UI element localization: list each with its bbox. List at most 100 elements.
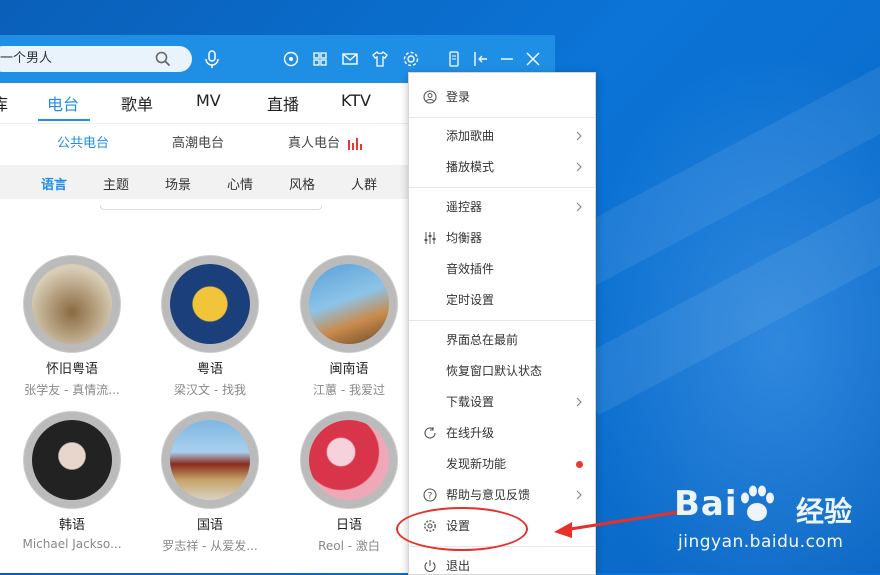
apps-grid-icon[interactable] — [309, 48, 331, 70]
station-title: 国语 — [196, 518, 223, 533]
chevron-right-icon — [576, 397, 582, 407]
menu-item-add-songs[interactable]: 添加歌曲 — [409, 122, 595, 150]
station-subtitle: 江蕙 - 我爱过 — [313, 383, 385, 397]
watermark-jingyan-text: 经验 — [796, 495, 853, 528]
tab-library[interactable]: 库 — [0, 91, 8, 115]
category-scene[interactable]: 场景 — [165, 174, 191, 193]
station-title: 粤语 — [196, 362, 223, 377]
menu-item-login[interactable]: 登录 — [409, 83, 595, 111]
menu-item-label: 播放模式 — [446, 160, 495, 174]
menu-item-label: 下载设置 — [446, 395, 495, 409]
station-title: 闽南语 — [329, 362, 369, 377]
category-language[interactable]: 语言 — [41, 174, 67, 193]
menu-item-always-on-top[interactable]: 界面总在最前 — [409, 326, 595, 354]
menu-item-label: 帮助与意见反馈 — [446, 488, 531, 502]
station-card[interactable]: 日语 Reol - 激白 — [289, 412, 409, 554]
menu-item-new-features[interactable]: 发现新功能 — [409, 450, 595, 478]
menu-item-label: 均衡器 — [446, 231, 483, 245]
tab-ktv[interactable]: KTV — [341, 91, 371, 110]
menu-divider — [409, 117, 595, 118]
station-card[interactable]: 韩语 Michael Jackso... — [12, 412, 132, 551]
settings-dropdown-menu: 登录 添加歌曲 播放模式 遥控器 均衡器 音效插件 定时设置 界面总在最前 恢复… — [408, 72, 596, 575]
menu-item-exit[interactable]: 退出 — [409, 552, 595, 574]
subtab-public-radio[interactable]: 公共电台 — [57, 132, 109, 151]
category-style[interactable]: 风格 — [289, 174, 315, 193]
skin-shirt-icon[interactable] — [369, 48, 391, 70]
station-card[interactable]: 闽南语 江蕙 - 我爱过 — [289, 256, 409, 398]
watermark-url: jingyan.baidu.com — [678, 532, 844, 552]
station-cover — [24, 412, 120, 508]
station-cover — [301, 256, 397, 352]
gear-icon[interactable] — [400, 48, 422, 70]
collapse-icon[interactable] — [470, 48, 492, 70]
station-card[interactable]: 怀旧粤语 张学友 - 真情流... — [12, 256, 132, 398]
menu-divider — [409, 187, 595, 188]
menu-item-label: 遥控器 — [446, 200, 483, 214]
station-card[interactable]: 国语 罗志祥 - 从爱发... — [150, 412, 270, 554]
menu-item-equalizer[interactable]: 均衡器 — [409, 224, 595, 252]
tab-mv[interactable]: MV — [196, 91, 221, 110]
station-title: 日语 — [335, 518, 362, 533]
station-title: 怀旧粤语 — [45, 362, 98, 377]
svg-text:?: ? — [428, 492, 433, 502]
station-subtitle: Michael Jackso... — [22, 537, 122, 551]
chevron-right-icon — [576, 490, 582, 500]
menu-item-play-mode[interactable]: 播放模式 — [409, 153, 595, 181]
chevron-right-icon — [576, 131, 582, 141]
active-tab-indicator — [38, 119, 90, 121]
subtab-live-host-label: 真人电台 — [288, 136, 341, 151]
subtab-climax-radio[interactable]: 高潮电台 — [172, 132, 224, 151]
menu-divider — [409, 320, 595, 321]
station-subtitle: Reol - 激白 — [318, 539, 380, 553]
mini-mode-icon[interactable] — [443, 48, 465, 70]
menu-item-timer[interactable]: 定时设置 — [409, 286, 595, 314]
station-subtitle: 罗志祥 - 从爱发... — [162, 539, 258, 553]
tab-live[interactable]: 直播 — [267, 91, 299, 115]
category-theme[interactable]: 主题 — [103, 174, 129, 193]
watermark-logo-text: Bai — [674, 484, 738, 524]
menu-item-label: 发现新功能 — [446, 457, 507, 471]
close-icon[interactable] — [522, 48, 544, 70]
help-icon: ? — [423, 488, 437, 502]
menu-item-download-settings[interactable]: 下载设置 — [409, 388, 595, 416]
station-cover — [162, 256, 258, 352]
menu-item-sound-plugins[interactable]: 音效插件 — [409, 255, 595, 283]
power-icon — [424, 560, 436, 573]
station-card[interactable]: 粤语 梁汉文 - 找我 — [150, 256, 270, 398]
microphone-icon[interactable] — [201, 48, 223, 70]
search-input[interactable]: 一个男人 — [0, 46, 192, 72]
mail-icon[interactable] — [339, 48, 361, 70]
menu-item-label: 添加歌曲 — [446, 129, 495, 143]
menu-item-label: 音效插件 — [446, 262, 495, 276]
subtab-live-host-radio[interactable]: 真人电台 — [288, 132, 363, 151]
equalizer-icon — [424, 232, 436, 244]
user-icon — [423, 90, 437, 104]
menu-item-remote[interactable]: 遥控器 — [409, 193, 595, 221]
chevron-right-icon — [576, 202, 582, 212]
menu-item-label: 恢复窗口默认状态 — [446, 364, 543, 378]
menu-item-online-upgrade[interactable]: 在线升级 — [409, 419, 595, 447]
station-title: 韩语 — [58, 518, 85, 533]
menu-item-label: 定时设置 — [446, 293, 495, 307]
station-cover — [24, 256, 120, 352]
search-icon[interactable] — [154, 50, 172, 68]
chevron-right-icon — [576, 162, 582, 172]
menu-item-label: 退出 — [446, 559, 471, 573]
category-crowd[interactable]: 人群 — [351, 174, 377, 193]
station-subtitle: 张学友 - 真情流... — [24, 383, 120, 397]
tab-playlists[interactable]: 歌单 — [121, 91, 153, 115]
category-mood[interactable]: 心情 — [227, 174, 253, 193]
minimize-icon[interactable] — [496, 48, 518, 70]
record-icon[interactable] — [280, 48, 302, 70]
annotation-circle — [396, 507, 528, 551]
tab-radio[interactable]: 电台 — [47, 91, 79, 115]
category-dropdown-edge — [100, 205, 322, 210]
refresh-icon — [424, 427, 436, 439]
paw-logo-icon — [741, 485, 774, 521]
sound-bars-icon — [348, 137, 363, 150]
menu-item-label: 在线升级 — [446, 426, 495, 440]
menu-item-restore-window[interactable]: 恢复窗口默认状态 — [409, 357, 595, 385]
station-subtitle: 梁汉文 - 找我 — [174, 383, 246, 397]
station-cover — [301, 412, 397, 508]
station-cover — [162, 412, 258, 508]
